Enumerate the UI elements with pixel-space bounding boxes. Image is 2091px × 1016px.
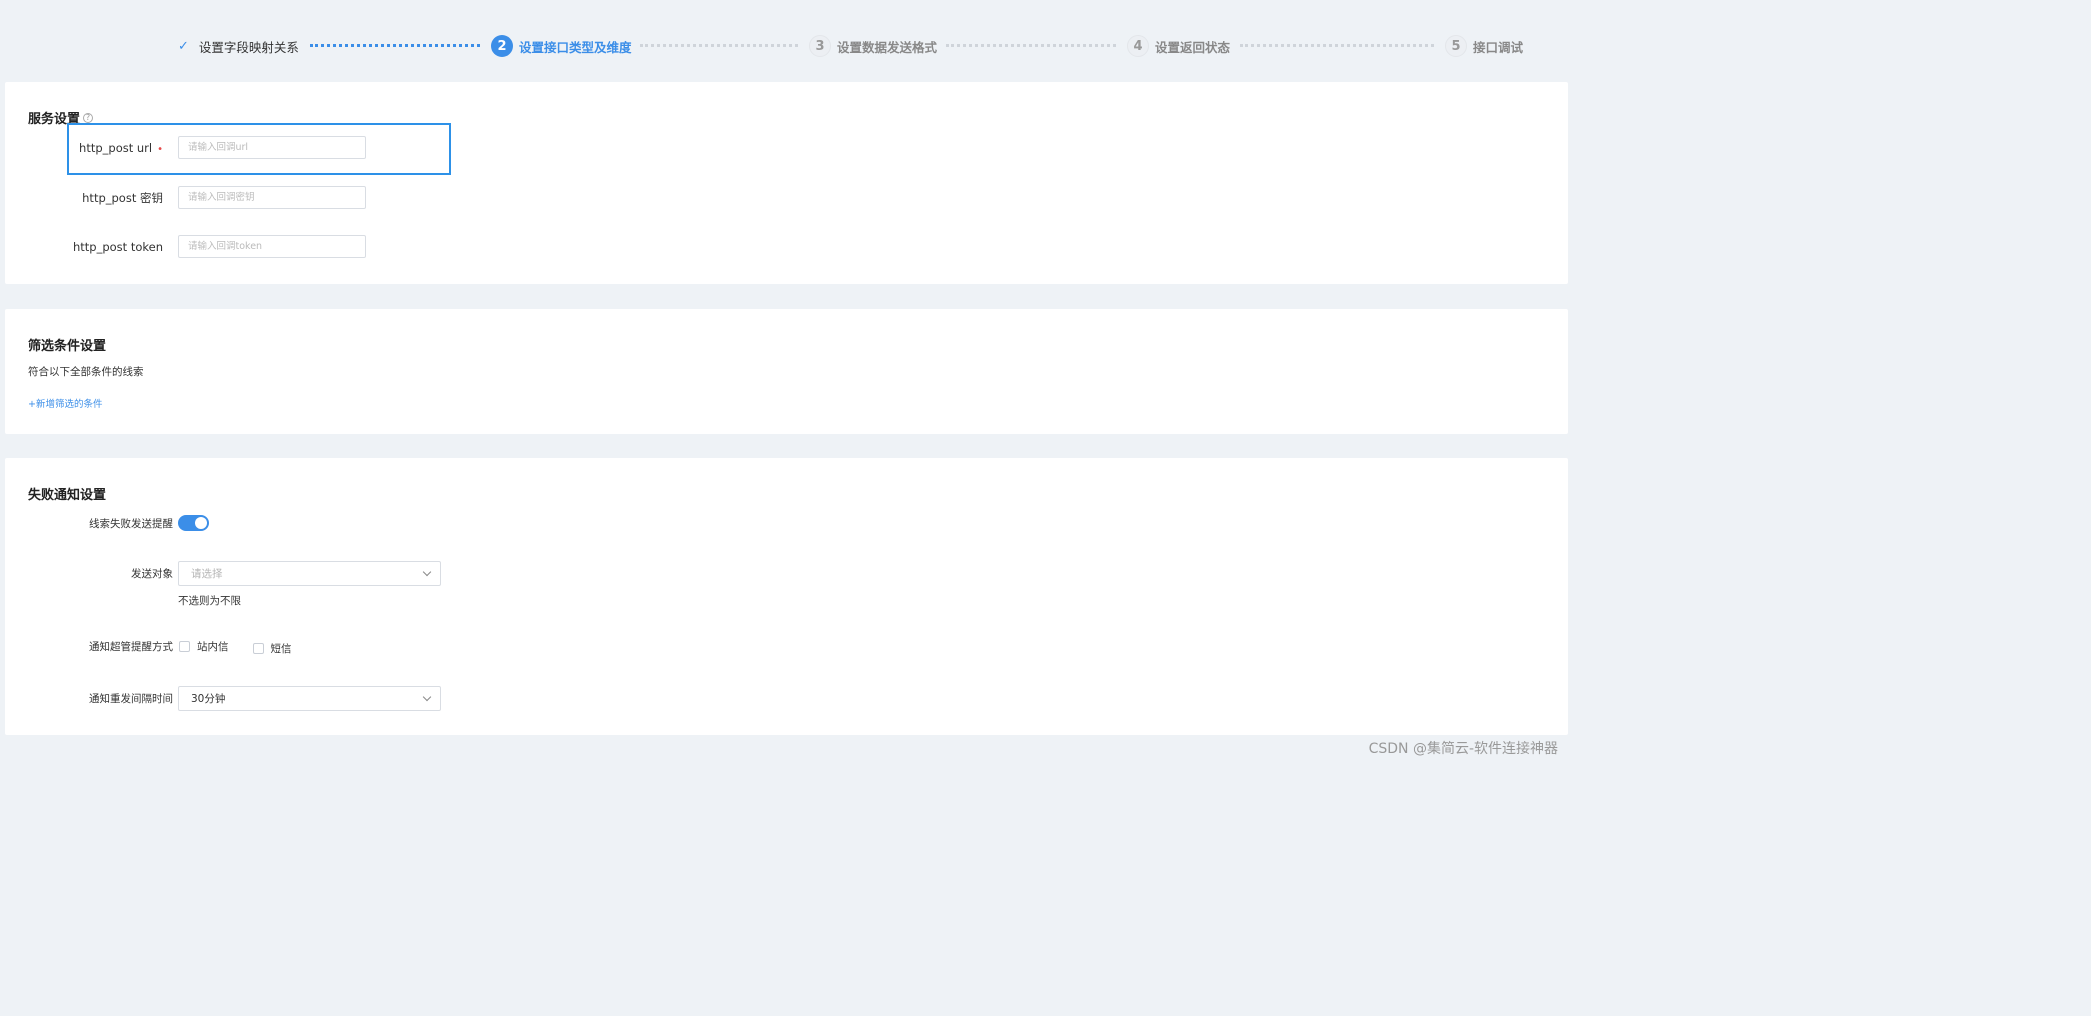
url-row: http_post url • [5,136,366,159]
check-icon: ✓ [178,38,189,54]
watermark: CSDN @集简云-软件连接神器 [1368,741,1558,757]
step-label: 接口调试 [1473,39,1524,55]
token-row: http_post token [5,235,366,258]
secret-label: http_post 密钥 [82,190,163,205]
toggle-label: 线索失败发送提醒 [89,517,173,530]
service-settings-card: 服务设置 ? http_post url• http_post 密钥 http_… [5,82,1568,284]
step-number: 4 [1127,35,1149,57]
step-3[interactable]: 3 设置数据发送格式 [809,34,937,58]
step-2[interactable]: 2 设置接口类型及维度 [491,34,632,58]
url-label-text: http_post url [79,140,153,155]
method-label: 通知超管提醒方式 [89,641,173,653]
checkbox-box[interactable] [179,641,190,652]
method-row: 通知超管提醒方式 站内信 短信 [5,637,316,656]
step-number: 2 [491,35,513,57]
filter-settings-title: 筛选条件设置 [28,339,107,354]
step-1[interactable]: ✓ 设置字段映射关系 [178,34,299,58]
token-label: http_post token [72,239,163,254]
checkbox-label: 站内信 [197,641,229,653]
method-options: 站内信 短信 [179,637,316,656]
target-hint: 不选则为不限 [178,595,241,607]
step-4[interactable]: 4 设置返回状态 [1127,34,1230,58]
step-connector [310,44,480,47]
target-row: 发送对象 请选择 [5,561,441,586]
help-icon[interactable]: ? [83,112,94,123]
url-label: http_post url • [5,141,163,155]
interval-value: 30分钟 [191,693,226,705]
interval-label: 通知重发间隔时间 [89,693,173,705]
failure-notify-title: 失败通知设置 [28,488,107,503]
step-label: 设置返回状态 [1155,39,1231,55]
secret-input[interactable] [178,186,366,209]
toggle-row: 线索失败发送提醒 [5,515,209,531]
url-input[interactable] [178,136,366,159]
step-connector [946,44,1116,47]
chevron-down-icon [422,692,432,702]
checkbox-box[interactable] [252,643,264,654]
target-select[interactable]: 请选择 [178,561,441,586]
step-connector [640,44,798,47]
filter-description: 符合以下全部条件的线索 [28,366,144,378]
failure-alert-toggle[interactable] [178,515,209,531]
add-filter-link[interactable]: +新增筛选的条件 [28,396,102,410]
secret-row: http_post 密钥 [5,186,366,209]
chevron-down-icon [422,567,432,577]
interval-select[interactable]: 30分钟 [178,686,441,711]
required-mark: • [157,143,163,155]
interval-row: 通知重发间隔时间 30分钟 [5,686,441,711]
step-label: 设置接口类型及维度 [519,39,632,55]
step-number: 5 [1445,35,1467,57]
checkbox-label: 短信 [270,643,292,655]
step-label: 设置数据发送格式 [837,39,938,55]
checkbox-sms[interactable]: 短信 [252,641,292,656]
target-placeholder: 请选择 [191,568,223,580]
failure-notify-card: 失败通知设置 线索失败发送提醒 发送对象 请选择 不选则为不限 通知超管提醒方式… [5,458,1568,735]
step-connector [1240,44,1434,47]
step-label: 设置字段映射关系 [198,39,299,55]
checkbox-in-site-message[interactable]: 站内信 [179,639,229,654]
step-number: 3 [809,35,831,57]
step-5[interactable]: 5 接口调试 [1445,34,1523,58]
filter-settings-card: 筛选条件设置 符合以下全部条件的线索 +新增筛选的条件 [5,309,1568,434]
toggle-knob [195,517,207,529]
token-input[interactable] [178,235,366,258]
steps-bar: ✓ 设置字段映射关系 2 设置接口类型及维度 3 设置数据发送格式 4 设置返回… [0,0,1568,82]
target-label: 发送对象 [131,568,173,580]
